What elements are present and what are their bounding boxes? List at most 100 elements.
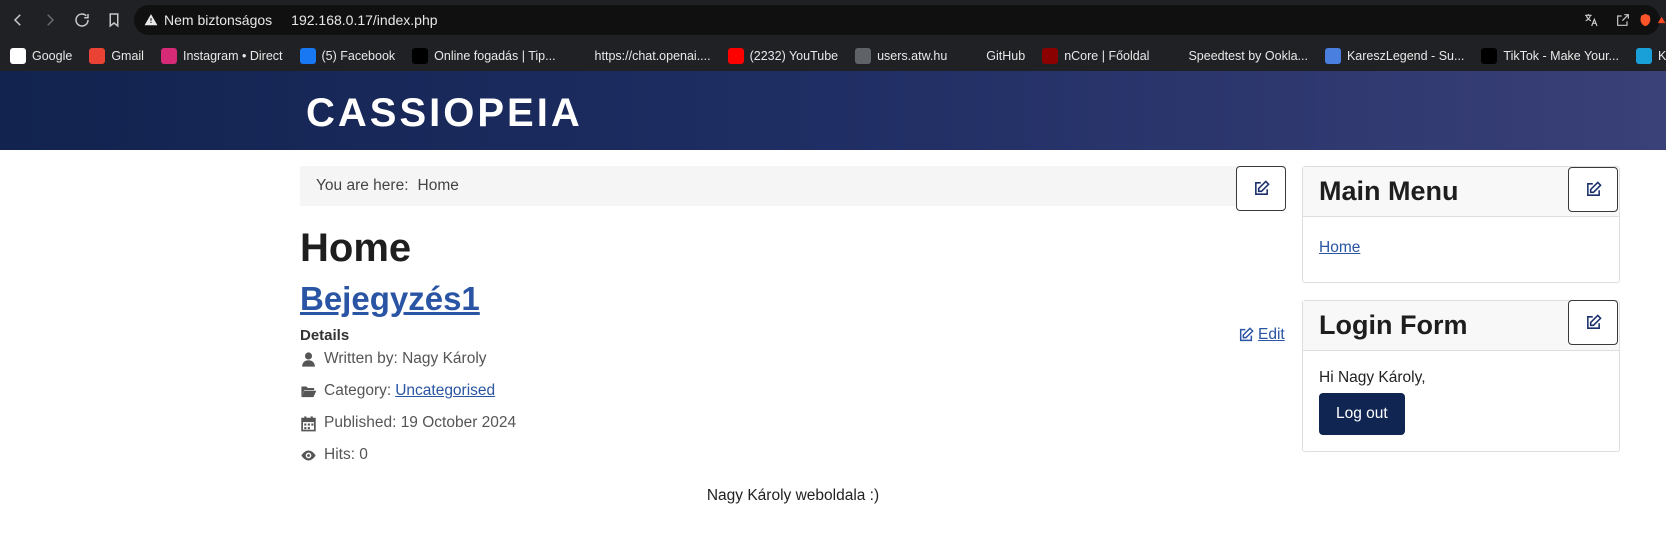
bookmark-item[interactable]: Gmail <box>89 47 144 64</box>
back-button[interactable] <box>4 6 32 34</box>
edit-icon <box>1586 314 1602 329</box>
reload-icon <box>75 13 89 27</box>
share-icon[interactable] <box>1614 11 1632 29</box>
bookmark-favicon-icon <box>1042 47 1059 64</box>
warning-icon <box>144 14 158 26</box>
breadcrumb-edit-button[interactable] <box>1236 166 1286 211</box>
main-menu-title: Main Menu <box>1319 176 1459 206</box>
reload-button[interactable] <box>68 6 96 34</box>
main-menu-edit-button[interactable] <box>1568 167 1618 212</box>
edit-icon <box>1239 327 1254 342</box>
site-header: CASSIOPEIA <box>0 71 1666 150</box>
page-title: Home <box>300 226 412 270</box>
bookmark-favicon-icon <box>727 47 744 64</box>
article-edit-link[interactable]: Edit <box>1238 326 1285 344</box>
bookmark-favicon-icon <box>855 47 872 64</box>
brave-shields[interactable] <box>1638 0 1666 40</box>
bookmark-item[interactable]: KRÉTA Beje <box>1635 47 1666 64</box>
bookmark-label: (2232) YouTube <box>749 48 839 63</box>
bookmark-favicon-icon <box>1635 47 1652 64</box>
author-text: Written by: Nagy Károly <box>324 350 487 367</box>
folder-open-icon <box>301 386 317 397</box>
brave-rewards-icon <box>1657 16 1666 24</box>
category-prefix: Category: <box>324 382 392 399</box>
logout-button[interactable]: Log out <box>1319 393 1405 435</box>
bookmark-item[interactable]: Speedtest by Ookla... <box>1166 47 1308 64</box>
bookmark-item[interactable]: KareszLegend - Su... <box>1324 47 1465 64</box>
bookmark-item[interactable]: (2232) YouTube <box>727 47 839 64</box>
login-form-body: Hi Nagy Károly, Log out <box>1303 351 1619 449</box>
bookmark-button[interactable] <box>100 6 128 34</box>
bookmark-label: users.atw.hu <box>877 48 948 63</box>
bookmark-label: TikTok - Make Your... <box>1503 48 1619 63</box>
bookmark-item[interactable]: Instagram • Direct <box>160 47 283 64</box>
bookmark-label: GitHub <box>986 48 1026 63</box>
bookmark-icon <box>109 13 119 28</box>
bookmark-favicon-icon <box>160 47 177 64</box>
bookmark-item[interactable]: users.atw.hu <box>855 47 948 64</box>
meta-hits: Hits: 0 <box>300 446 368 464</box>
published-text: Published: 19 October 2024 <box>324 414 517 431</box>
edit-icon <box>1586 181 1602 196</box>
meta-published: Published: 19 October 2024 <box>300 414 516 432</box>
address-bar[interactable]: Nem biztonságos 192.168.0.17/index.php <box>134 5 1660 35</box>
bookmark-label: KRÉTA Beje <box>1657 48 1666 63</box>
edit-label: Edit <box>1258 326 1285 343</box>
eye-icon <box>301 450 316 460</box>
breadcrumb: You are here: Home <box>300 166 1286 206</box>
login-form-title: Login Form <box>1319 310 1468 340</box>
bookmark-favicon-icon <box>10 47 26 64</box>
greeting-text: Hi Nagy Károly, <box>1319 369 1426 386</box>
main-menu-body: Home <box>1303 217 1619 271</box>
bookmark-label: Online fogadás | Tip... <box>434 48 556 63</box>
breadcrumb-prefix: You are here: <box>316 177 409 194</box>
bookmark-item[interactable]: https://chat.openai.... <box>572 47 711 64</box>
bookmark-favicon-icon <box>1166 47 1183 64</box>
bookmark-item[interactable]: TikTok - Make Your... <box>1481 47 1619 64</box>
login-form-edit-button[interactable] <box>1568 300 1618 345</box>
forward-arrow-icon <box>47 14 55 26</box>
bookmark-item[interactable]: nCore | Főoldal <box>1042 47 1150 64</box>
hits-text: Hits: 0 <box>324 446 368 463</box>
security-label: Nem biztonságos <box>164 12 273 28</box>
edit-icon <box>1254 180 1270 195</box>
article-body: Nagy Károly weboldala :) <box>706 487 880 504</box>
menu-item-home[interactable]: Home <box>1319 239 1360 256</box>
article-title-link[interactable]: Bejegyzés1 <box>300 280 480 318</box>
bookmark-label: https://chat.openai.... <box>594 48 711 63</box>
bookmark-favicon-icon <box>299 47 316 64</box>
breadcrumb-current: Home <box>417 177 459 194</box>
meta-category: Category: Uncategorised <box>300 382 495 400</box>
brave-lion-icon <box>1640 13 1651 27</box>
bookmark-label: Instagram • Direct <box>182 48 283 63</box>
bookmark-item[interactable]: Online fogadás | Tip... <box>412 47 556 64</box>
details-label: Details <box>300 327 350 344</box>
bookmark-label: Gmail <box>111 48 144 63</box>
user-icon <box>302 351 315 367</box>
bookmark-label: Speedtest by Ookla... <box>1188 48 1308 63</box>
bookmark-label: KareszLegend - Su... <box>1346 48 1465 63</box>
calendar-icon <box>301 415 316 431</box>
bookmark-label: Google <box>32 48 73 63</box>
meta-author: Written by: Nagy Károly <box>300 350 487 368</box>
back-arrow-icon <box>13 14 21 26</box>
site-logo[interactable]: CASSIOPEIA <box>306 91 583 136</box>
bookmark-item[interactable]: (5) Facebook <box>299 47 396 64</box>
bookmark-item[interactable]: Google <box>10 47 73 64</box>
bookmark-favicon-icon <box>412 47 429 64</box>
bookmark-label: nCore | Főoldal <box>1064 48 1150 63</box>
security-indicator[interactable]: Nem biztonságos <box>144 12 272 28</box>
category-link[interactable]: Uncategorised <box>395 382 495 400</box>
browser-toolbar: Nem biztonságos 192.168.0.17/index.php <box>0 0 1666 40</box>
bookmark-item[interactable]: GitHub <box>964 47 1026 64</box>
bookmark-favicon-icon <box>89 47 106 64</box>
bookmark-favicon-icon <box>1481 47 1498 64</box>
translate-icon[interactable] <box>1582 11 1600 29</box>
url-text[interactable]: 192.168.0.17/index.php <box>291 12 437 28</box>
bookmark-favicon-icon <box>964 47 981 64</box>
bookmark-favicon-icon <box>1324 47 1341 64</box>
forward-button[interactable] <box>36 6 64 34</box>
bookmark-favicon-icon <box>572 47 589 64</box>
bookmarks-bar: Google Gmail Instagram • Direct (5) Faceboo… <box>0 40 1666 71</box>
bookmark-label: (5) Facebook <box>321 48 396 63</box>
